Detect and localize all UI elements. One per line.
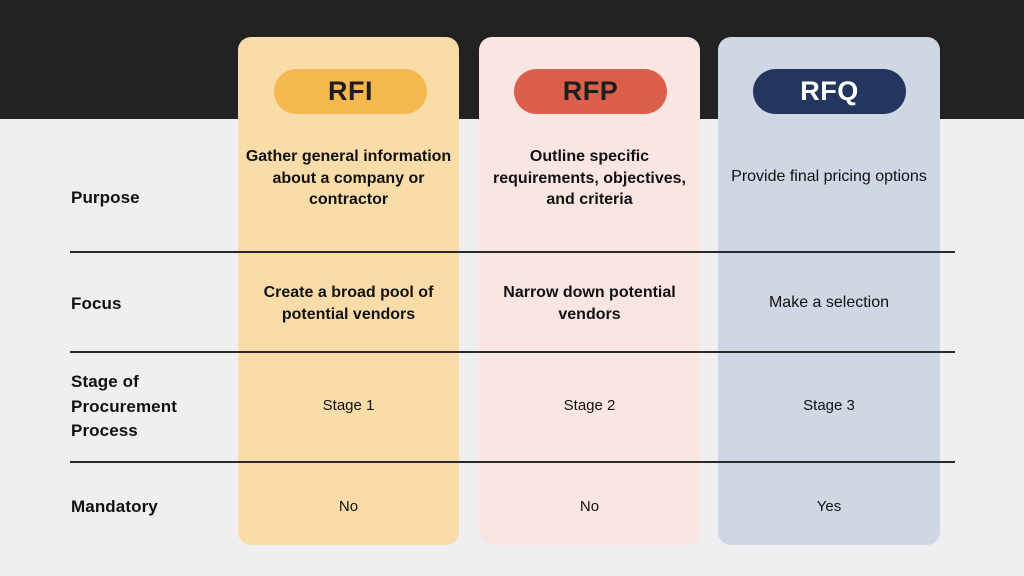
row-label-focus: Focus [71,294,122,313]
cell-focus-rfp: Narrow down potential vendors [503,284,676,323]
column-header-rfi-label: RFI [328,76,373,106]
row-label-mandatory: Mandatory [71,497,158,516]
cell-mandatory-rfp: No [579,498,600,515]
cell-mandatory-rfi: No [338,498,359,515]
cell-purpose-rfq: Provide final pricing options [731,168,927,185]
cell-mandatory-rfq: Yes [816,498,842,515]
cell-stage-rfp: Stage 2 [563,397,616,414]
row-label-stage: Stage of Procurement Process [71,372,177,441]
cell-focus-rfi: Create a broad pool of potential vendors [263,284,434,323]
comparison-table: RFI RFP RFQ Purpose Gather general infor… [0,0,1024,576]
column-header-rfi: RFI [274,69,427,114]
cell-focus-rfq: Make a selection [768,294,890,311]
cell-purpose-rfp: Outline specific requirements, objective… [493,148,686,209]
cell-stage-rfq: Stage 3 [803,397,855,414]
column-header-rfq-label: RFQ [800,76,859,106]
column-header-rfq: RFQ [753,69,906,114]
row-label-purpose: Purpose [71,188,140,207]
cell-stage-rfi: Stage 1 [322,397,375,414]
row-divider-1 [70,251,955,253]
column-header-rfp: RFP [514,69,667,114]
row-divider-2 [70,351,955,353]
row-divider-3 [70,461,955,463]
column-header-rfp-label: RFP [562,76,619,106]
cell-purpose-rfi: Gather general information about a compa… [245,148,452,209]
